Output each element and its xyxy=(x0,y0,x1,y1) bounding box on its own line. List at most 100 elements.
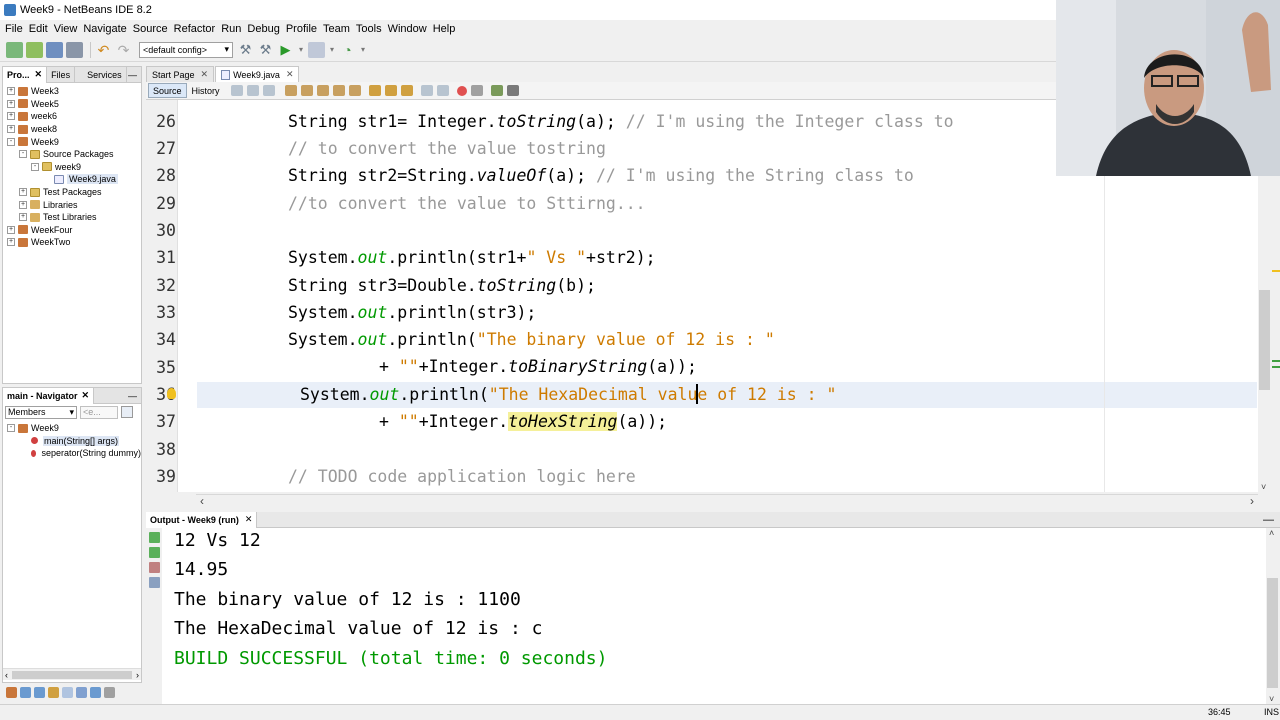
hint-bulb-icon[interactable] xyxy=(167,388,176,399)
sort-source-icon[interactable] xyxy=(104,686,115,698)
toggle-rect-selection-icon[interactable] xyxy=(348,85,361,96)
menu-edit[interactable]: Edit xyxy=(26,23,51,35)
tree-item[interactable]: - Week9 xyxy=(7,135,141,148)
scroll-thumb[interactable] xyxy=(1267,578,1278,688)
find-next-icon[interactable] xyxy=(316,85,329,96)
expand-icon[interactable]: + xyxy=(19,200,27,209)
sort-alpha-icon[interactable] xyxy=(90,686,101,698)
tree-item[interactable]: + week8 xyxy=(7,123,141,136)
redo-icon[interactable]: ↷ xyxy=(115,42,132,58)
scroll-left-icon[interactable]: ‹ xyxy=(200,494,204,508)
expand-icon[interactable]: + xyxy=(7,225,15,234)
scroll-right-icon[interactable]: › xyxy=(136,670,139,680)
tree-item[interactable]: + week6 xyxy=(7,110,141,123)
prev-bookmark-icon[interactable] xyxy=(368,85,381,96)
open-project-icon[interactable] xyxy=(46,41,63,58)
scroll-left-icon[interactable]: ‹ xyxy=(5,670,8,680)
close-icon[interactable]: ✕ xyxy=(245,514,253,525)
start-macro-icon[interactable] xyxy=(456,85,467,96)
find-icon[interactable] xyxy=(284,85,297,96)
output-vscroll[interactable]: ˄ ˅ xyxy=(1266,528,1280,704)
filter-lock-icon[interactable] xyxy=(48,686,59,698)
navigator-member[interactable]: main(String[] args) xyxy=(7,435,141,448)
filter-inherited-icon[interactable] xyxy=(62,686,73,698)
navigator-hscroll[interactable]: ‹ › xyxy=(3,668,141,680)
tree-item[interactable]: Week9.java xyxy=(7,173,141,186)
find-previous-icon[interactable] xyxy=(300,85,313,96)
tab-week9-java[interactable]: Week9.java ✕ xyxy=(215,66,300,82)
minimize-icon[interactable]: — xyxy=(128,391,137,401)
menu-team[interactable]: Team xyxy=(320,23,353,35)
tree-item[interactable]: - Source Packages xyxy=(7,148,141,161)
minimize-icon[interactable]: — xyxy=(128,70,137,80)
history-mode-button[interactable]: History xyxy=(187,83,225,98)
tab-output[interactable]: Output - Week9 (run) ✕ xyxy=(146,511,258,528)
tree-item[interactable]: + WeekTwo xyxy=(7,236,141,249)
profile-dropdown-icon[interactable]: ▾ xyxy=(359,42,367,58)
expand-icon[interactable]: + xyxy=(7,99,15,108)
config-select[interactable]: <default config> ▾ xyxy=(139,41,233,58)
tree-item[interactable]: + Week3 xyxy=(7,85,141,98)
undo-icon[interactable]: ↶ xyxy=(95,42,112,58)
tree-item[interactable]: - week9 xyxy=(7,161,141,174)
toggle-highlight-icon[interactable] xyxy=(332,85,345,96)
new-file-icon[interactable] xyxy=(6,41,23,58)
expand-icon[interactable]: + xyxy=(7,238,15,247)
menu-refactor[interactable]: Refactor xyxy=(171,23,219,35)
close-icon[interactable]: ✕ xyxy=(286,69,294,80)
build-hammer-icon[interactable]: ⚒ xyxy=(237,42,254,58)
menu-source[interactable]: Source xyxy=(130,23,171,35)
close-icon[interactable]: ✕ xyxy=(201,69,209,80)
tab-services[interactable]: Services xyxy=(83,66,127,83)
run-dropdown-icon[interactable]: ▾ xyxy=(297,42,305,58)
scroll-up-icon[interactable]: ˄ xyxy=(1269,528,1274,538)
scroll-down-icon[interactable]: ˅ xyxy=(1261,482,1266,492)
expand-icon[interactable]: + xyxy=(7,112,15,121)
stop-macro-icon[interactable] xyxy=(470,85,483,96)
run-icon[interactable]: ▶ xyxy=(277,42,294,58)
expand-icon[interactable]: + xyxy=(7,125,15,134)
settings-icon[interactable] xyxy=(149,577,160,588)
shift-right-icon[interactable] xyxy=(436,85,449,96)
back-icon[interactable] xyxy=(230,85,243,96)
rerun-different-icon[interactable] xyxy=(149,547,160,558)
error-stripe-mark[interactable] xyxy=(1272,270,1280,272)
shift-left-icon[interactable] xyxy=(420,85,433,96)
collapse-icon[interactable]: - xyxy=(7,137,15,146)
minimize-icon[interactable]: — xyxy=(1263,514,1274,526)
next-bookmark-icon[interactable] xyxy=(384,85,397,96)
clean-build-icon[interactable]: ⚒ xyxy=(257,42,274,58)
menu-run[interactable]: Run xyxy=(218,23,244,35)
error-stripe-mark[interactable] xyxy=(1272,366,1280,368)
filter-nonpublic-icon[interactable] xyxy=(34,686,45,698)
menu-profile[interactable]: Profile xyxy=(283,23,320,35)
editor-hscroll[interactable]: ‹ › xyxy=(196,494,1258,508)
tree-item[interactable]: + Test Libraries xyxy=(7,211,141,224)
tree-item[interactable]: + Test Packages xyxy=(7,186,141,199)
menu-file[interactable]: File xyxy=(2,23,26,35)
comment-icon[interactable] xyxy=(490,85,503,96)
members-select[interactable]: Members ▾ xyxy=(5,405,77,419)
menu-window[interactable]: Window xyxy=(385,23,430,35)
toggle-bookmark-icon[interactable] xyxy=(400,85,413,96)
expand-icon[interactable]: + xyxy=(7,87,15,96)
debug-dropdown-icon[interactable]: ▾ xyxy=(328,42,336,58)
stop-icon[interactable] xyxy=(149,562,160,573)
navigator-member[interactable]: seperator(String dummy) xyxy=(7,447,141,460)
menu-help[interactable]: Help xyxy=(430,23,459,35)
tab-start-page[interactable]: Start Page ✕ xyxy=(146,66,215,82)
forward-icon[interactable] xyxy=(246,85,259,96)
navigator-root[interactable]: - Week9 xyxy=(7,422,141,435)
filter-static-icon[interactable] xyxy=(20,686,31,698)
scroll-thumb[interactable] xyxy=(1259,290,1270,390)
close-icon[interactable]: ✕ xyxy=(82,390,90,401)
debug-icon[interactable] xyxy=(308,41,325,58)
collapse-icon[interactable]: - xyxy=(19,150,27,159)
tab-projects[interactable]: Pro... ✕ xyxy=(3,66,48,83)
profile-icon[interactable]: ◔ xyxy=(339,42,356,58)
menu-view[interactable]: View xyxy=(51,23,81,35)
navigator-search-input[interactable]: <e... xyxy=(80,405,118,419)
source-mode-button[interactable]: Source xyxy=(148,83,187,98)
collapse-icon[interactable]: - xyxy=(31,162,39,171)
error-stripe-mark[interactable] xyxy=(1272,360,1280,362)
